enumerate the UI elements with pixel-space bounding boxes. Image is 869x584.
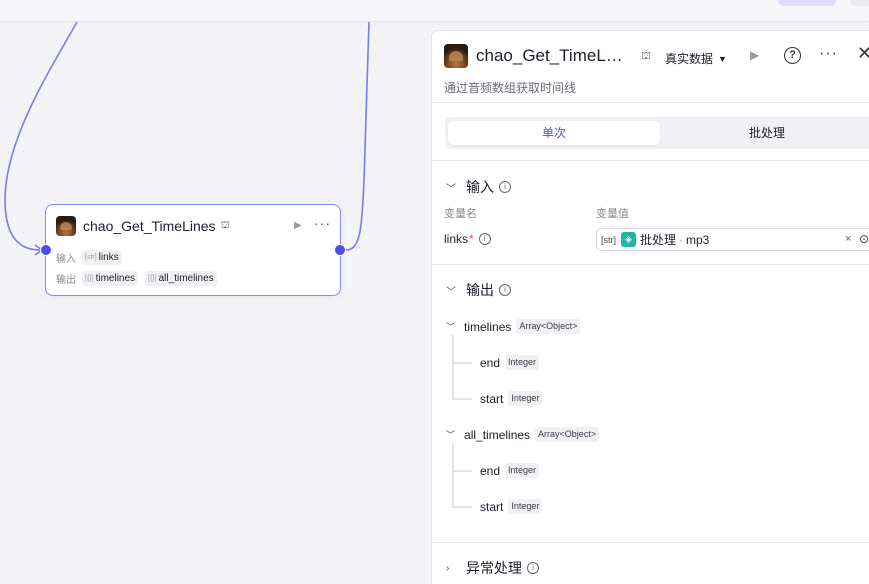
- field-name: end: [480, 355, 501, 370]
- node-more-icon[interactable]: ···: [314, 215, 331, 231]
- field-type-badge: Integer: [505, 463, 540, 478]
- field-name: end: [480, 463, 501, 478]
- output-field-row[interactable]: ﹀ timelines Array<Object>: [446, 319, 581, 334]
- node-input-tag: [str] links: [82, 250, 122, 265]
- object-array-icon: [{}]: [148, 275, 157, 282]
- output-port[interactable]: [334, 244, 346, 256]
- output-field-row[interactable]: ﹀ all_timelines Array<Object>: [446, 427, 600, 442]
- node-output-row: 输出 [{}] timelines [{}] all_timelines: [56, 271, 224, 286]
- input-port[interactable]: [40, 244, 52, 256]
- node-output-name: all_timelines: [158, 273, 214, 284]
- workflow-node[interactable]: chao_Get_TimeLines ⛫ ▶ ··· 输入 [str] link…: [45, 204, 341, 296]
- divider: [432, 542, 869, 543]
- node-input-label: 输入: [56, 254, 76, 265]
- field-type-badge: Integer: [508, 499, 543, 514]
- field-name: timelines: [464, 319, 512, 334]
- output-child-row: start Integer: [480, 391, 543, 406]
- plugin-avatar-icon: [56, 216, 76, 236]
- error-section-title: 异常处理: [466, 560, 522, 576]
- node-detail-panel: chao_Get_TimeLines ⛫ 真实数据 ▼ ▶ ? ··· ✕ 通过…: [431, 30, 869, 584]
- node-output-label: 输出: [56, 275, 76, 286]
- output-tree-lines: [452, 335, 472, 508]
- chevron-down-icon: ﹀: [446, 322, 456, 332]
- chevron-down-icon: ﹀: [446, 430, 456, 440]
- field-type-badge: Integer: [505, 355, 540, 370]
- node-output-tag: [{}] timelines: [82, 271, 139, 286]
- field-name: all_timelines: [464, 427, 531, 442]
- field-name: start: [480, 499, 504, 514]
- node-title: chao_Get_TimeLines: [83, 218, 216, 234]
- node-run-icon[interactable]: ▶: [294, 220, 302, 231]
- node-input-name: links: [98, 252, 119, 263]
- output-child-row: end Integer: [480, 355, 540, 370]
- string-array-icon: [str]: [85, 254, 97, 261]
- field-type-badge: Array<Object>: [535, 427, 600, 442]
- node-output-tag: [{}] all_timelines: [145, 271, 217, 286]
- field-name: start: [480, 391, 504, 406]
- error-section-header[interactable]: › 异常处理 i: [446, 558, 539, 578]
- store-icon: ⛫: [220, 219, 230, 231]
- object-array-icon: [{}]: [85, 275, 94, 282]
- output-child-row: start Integer: [480, 499, 543, 514]
- outgoing-edge: [345, 21, 370, 251]
- node-input-row: 输入 [str] links: [56, 250, 129, 265]
- field-type-badge: Integer: [508, 391, 543, 406]
- field-type-badge: Array<Object>: [516, 319, 581, 334]
- node-output-name: timelines: [95, 273, 136, 284]
- chevron-right-icon: ›: [446, 562, 450, 574]
- output-child-row: end Integer: [480, 463, 540, 478]
- info-icon: i: [527, 562, 539, 574]
